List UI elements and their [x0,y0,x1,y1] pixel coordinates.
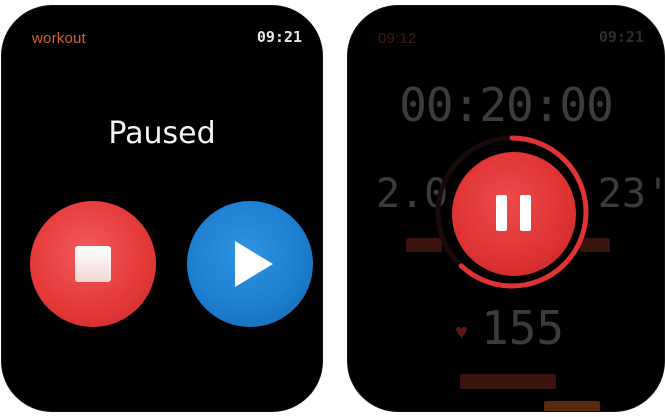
screenshot-stage: workout 09:21 Paused 09:12 09:21 00:20:0… [0,0,665,417]
stop-icon [75,246,111,282]
heart-rate-value: 155 [481,301,565,355]
app-title: workout [32,30,86,47]
paused-workout-screen: workout 09:21 Paused [2,6,322,411]
pause-workout-button[interactable] [452,152,576,276]
pace-value: 23' [597,171,664,217]
clock-time-dim: 09:21 [598,28,644,46]
elapsed-time: 00:20:00 [399,78,614,132]
play-icon [235,241,273,287]
pause-icon [496,195,507,231]
pause-icon-bar [520,195,531,231]
active-workout-screen: 09:12 09:21 00:20:00 2.0 23' ♥ 155 [348,6,664,411]
heart-icon: ♥ [455,319,469,344]
resume-workout-button[interactable] [187,201,313,327]
end-workout-button[interactable] [30,201,156,327]
heart-rate-zone-label [460,374,556,389]
bottom-indicator [544,401,600,411]
clock-time: 09:21 [256,28,302,46]
paused-status-label: Paused [108,116,216,151]
app-title-dim: 09:12 [378,30,417,47]
